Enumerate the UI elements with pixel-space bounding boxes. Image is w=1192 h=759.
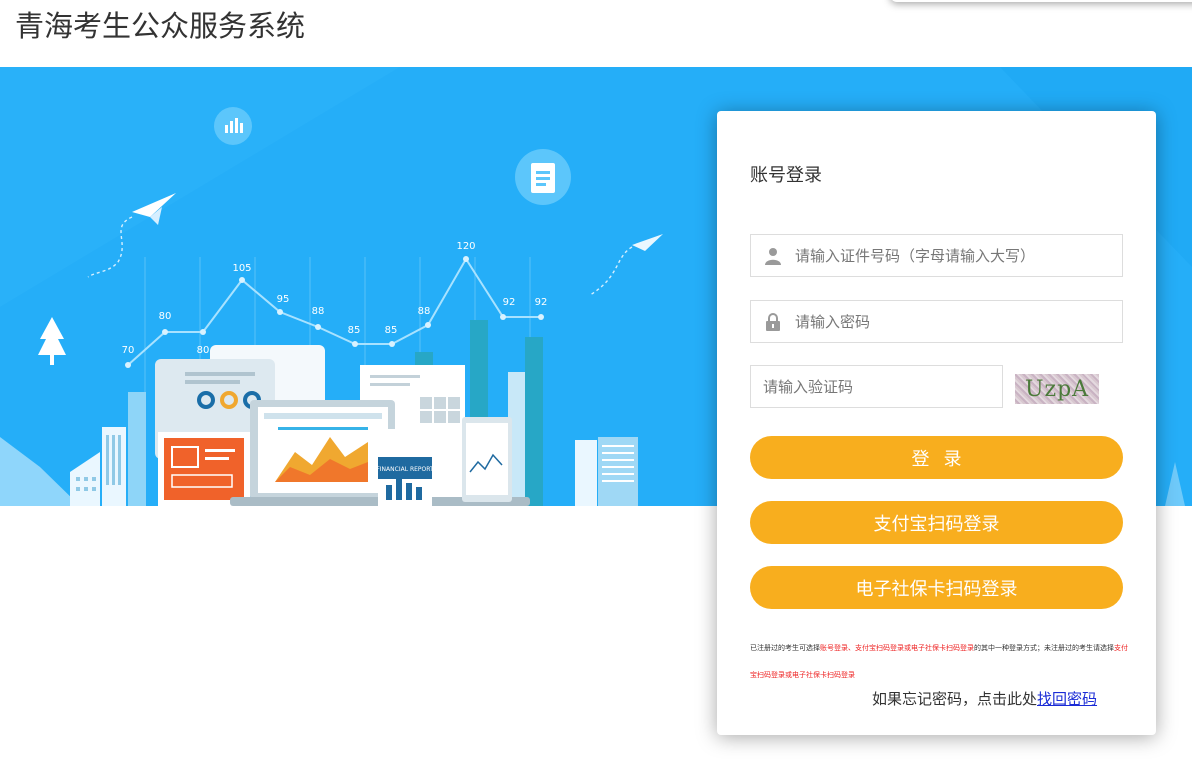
report-label: FINANCIAL REPORT — [376, 466, 434, 473]
social-card-login-button[interactable]: 电子社保卡扫码登录 — [750, 566, 1123, 609]
orange-tablet — [158, 432, 250, 506]
document-icon — [515, 149, 571, 205]
point-label: 92 — [535, 297, 548, 308]
user-icon — [751, 235, 795, 276]
captcha-field — [750, 365, 1003, 408]
mountain-shape — [0, 437, 80, 506]
login-title: 账号登录 — [750, 165, 822, 186]
point-label: 80 — [197, 345, 210, 356]
bar-chart-icon — [214, 107, 252, 145]
login-notice: 已注册过的考生可选择账号登录、支付宝扫码登录或电子社保卡扫码登录的其中一种登录方… — [750, 635, 1130, 689]
forgot-text: 如果忘记密码，点击此处 — [872, 690, 1038, 708]
password-field — [750, 300, 1123, 343]
notice-text: 的其中一种登录方式；未注册过的考生请选择 — [974, 644, 1114, 652]
captcha-image[interactable]: UzpA — [1015, 374, 1099, 404]
password-input[interactable] — [795, 302, 1115, 341]
point-label: 88 — [312, 306, 325, 317]
lock-icon — [751, 301, 795, 342]
point-label: 85 — [385, 325, 398, 336]
paper-plane-icon — [632, 234, 663, 251]
tree-icon — [1165, 462, 1185, 506]
login-card: 账号登录 UzpA 登录 支付宝扫码登录 电子社保卡扫码登录 已注册过的考生可选… — [717, 111, 1156, 735]
bg-bar — [128, 392, 146, 506]
bg-bar — [525, 337, 543, 506]
point-label: 80 — [159, 311, 172, 322]
point-label: 95 — [277, 294, 290, 305]
building-icons — [575, 437, 638, 506]
login-button[interactable]: 登录 — [750, 436, 1123, 479]
notice-text: 已注册过的考生可选择 — [750, 644, 820, 652]
point-label: 105 — [232, 263, 251, 274]
header-shadow-decoration — [890, 0, 1192, 2]
notice-highlight: 账号登录、支付宝扫码登录或电子社保卡扫码登录 — [820, 644, 974, 652]
plane-trail — [589, 246, 633, 296]
building-icons — [70, 427, 126, 506]
point-label: 92 — [503, 297, 516, 308]
id-number-input[interactable] — [795, 236, 1115, 275]
point-label: 70 — [122, 345, 135, 356]
captcha-input[interactable] — [751, 367, 991, 406]
financial-report-book: FINANCIAL REPORT — [376, 429, 434, 506]
point-label: 88 — [418, 306, 431, 317]
forgot-password: 如果忘记密码，点击此处找回密码 — [872, 688, 1097, 709]
tree-icon — [38, 317, 66, 365]
retrieve-password-link[interactable]: 找回密码 — [1037, 690, 1097, 708]
id-number-field — [750, 234, 1123, 277]
alipay-login-button[interactable]: 支付宝扫码登录 — [750, 501, 1123, 544]
header: 青海考生公众服务系统 — [0, 0, 1192, 67]
point-label: 85 — [348, 325, 361, 336]
tablet-chart — [462, 417, 512, 502]
point-label: 120 — [456, 241, 475, 252]
site-title: 青海考生公众服务系统 — [15, 9, 306, 43]
